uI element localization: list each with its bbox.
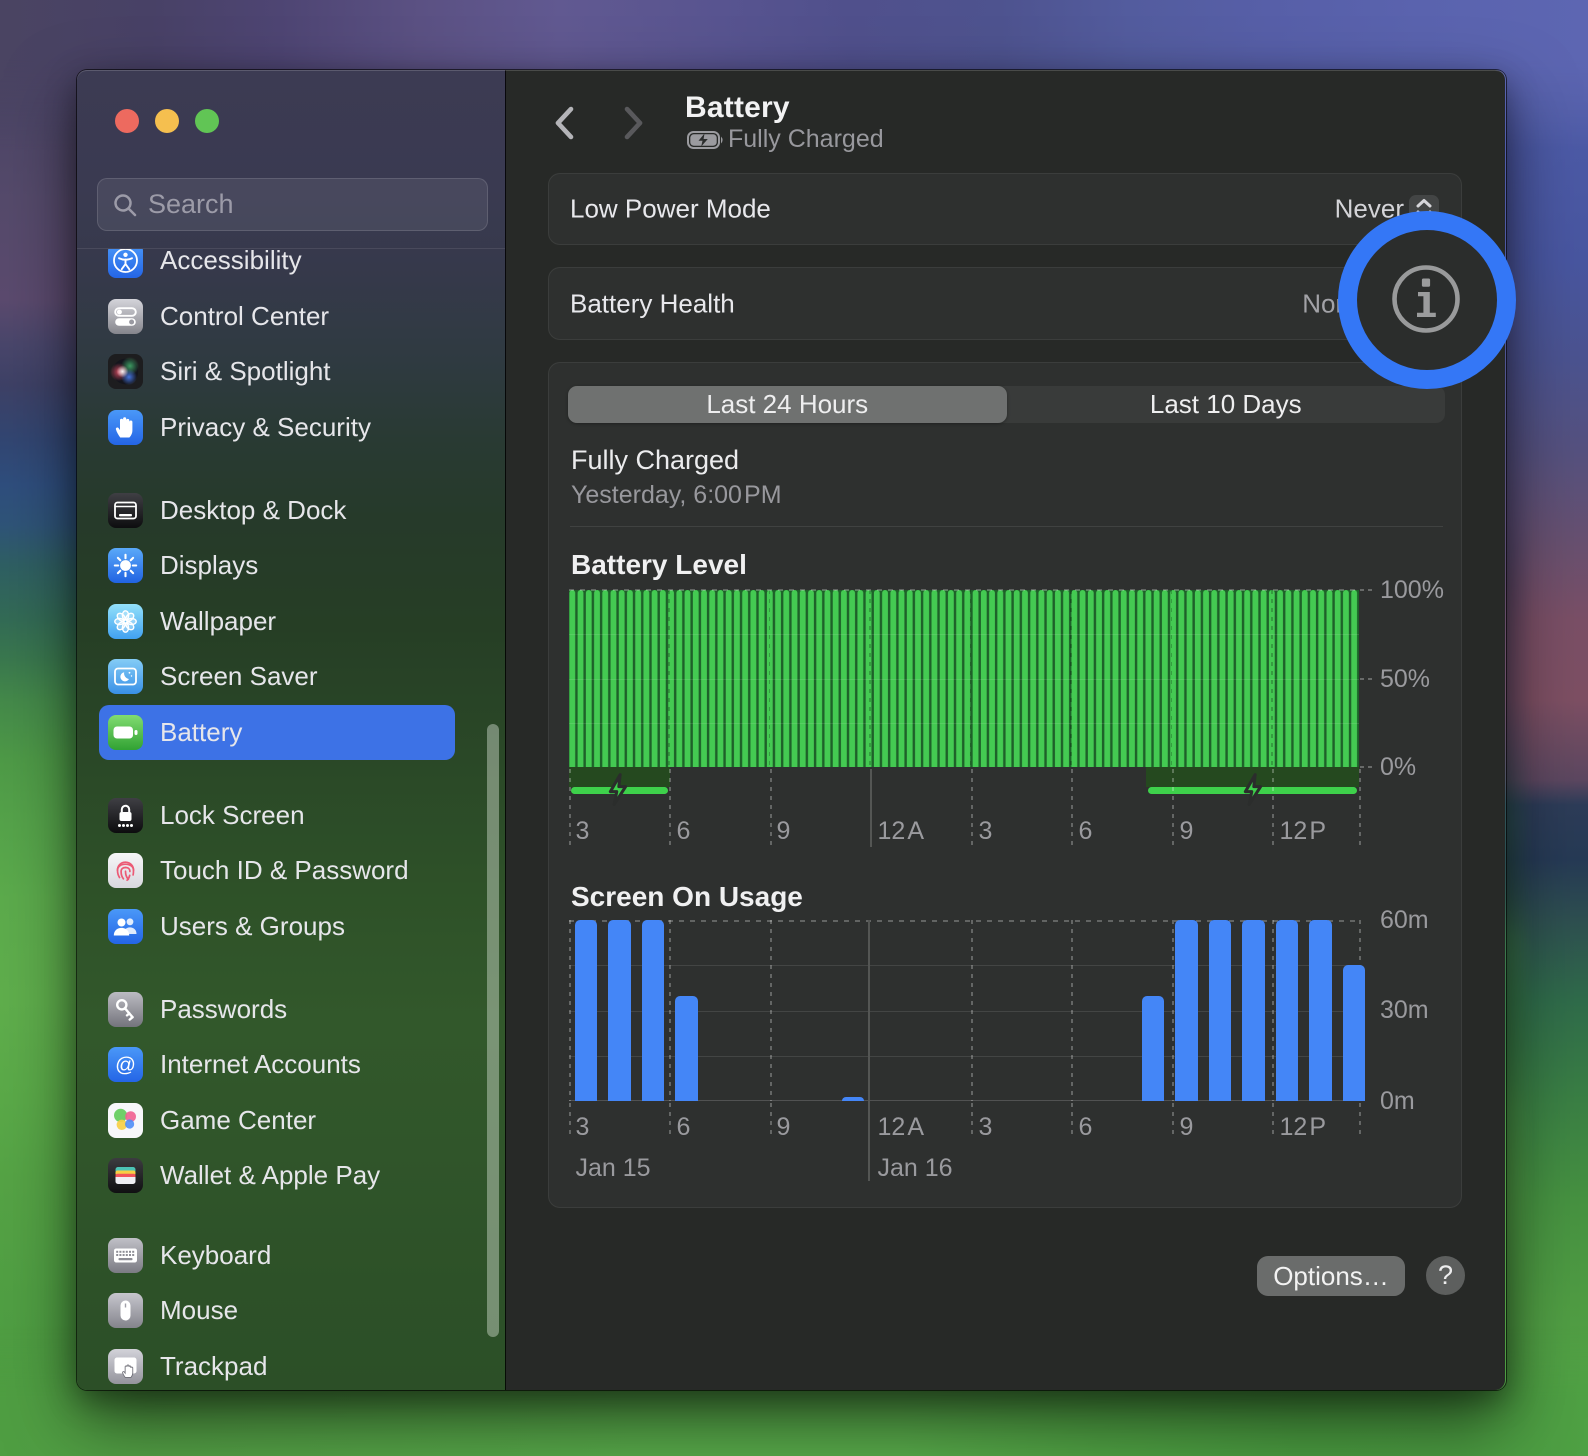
svg-text:@: @ bbox=[115, 1054, 136, 1077]
